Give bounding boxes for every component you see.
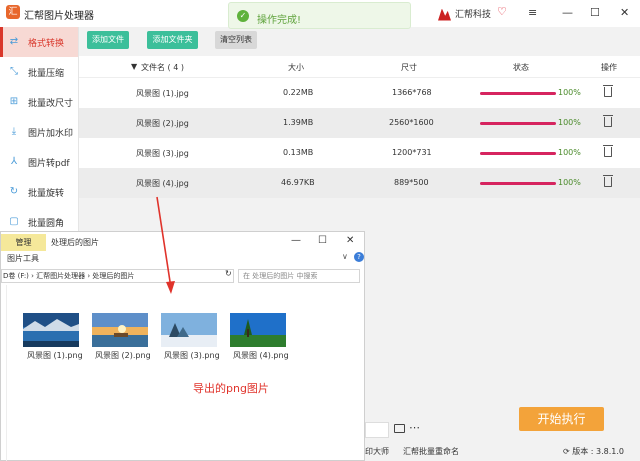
more-icon[interactable]: ⋯	[409, 421, 420, 434]
start-button[interactable]: 开始执行	[519, 407, 604, 431]
folder-icon[interactable]	[394, 424, 405, 433]
version-info: ⟳ 版本 : 3.8.1.0	[563, 447, 625, 456]
version-text: 版本 : 3.8.1.0	[572, 447, 625, 456]
link-watermark-master[interactable]: 印大师	[365, 447, 389, 456]
annotation-arrow	[156, 196, 175, 294]
output-path-input[interactable]	[365, 422, 389, 438]
link-batch-rename[interactable]: 汇帮批量重命名	[403, 447, 459, 456]
bottom-links: 印大师 汇帮批量重命名	[365, 446, 473, 457]
